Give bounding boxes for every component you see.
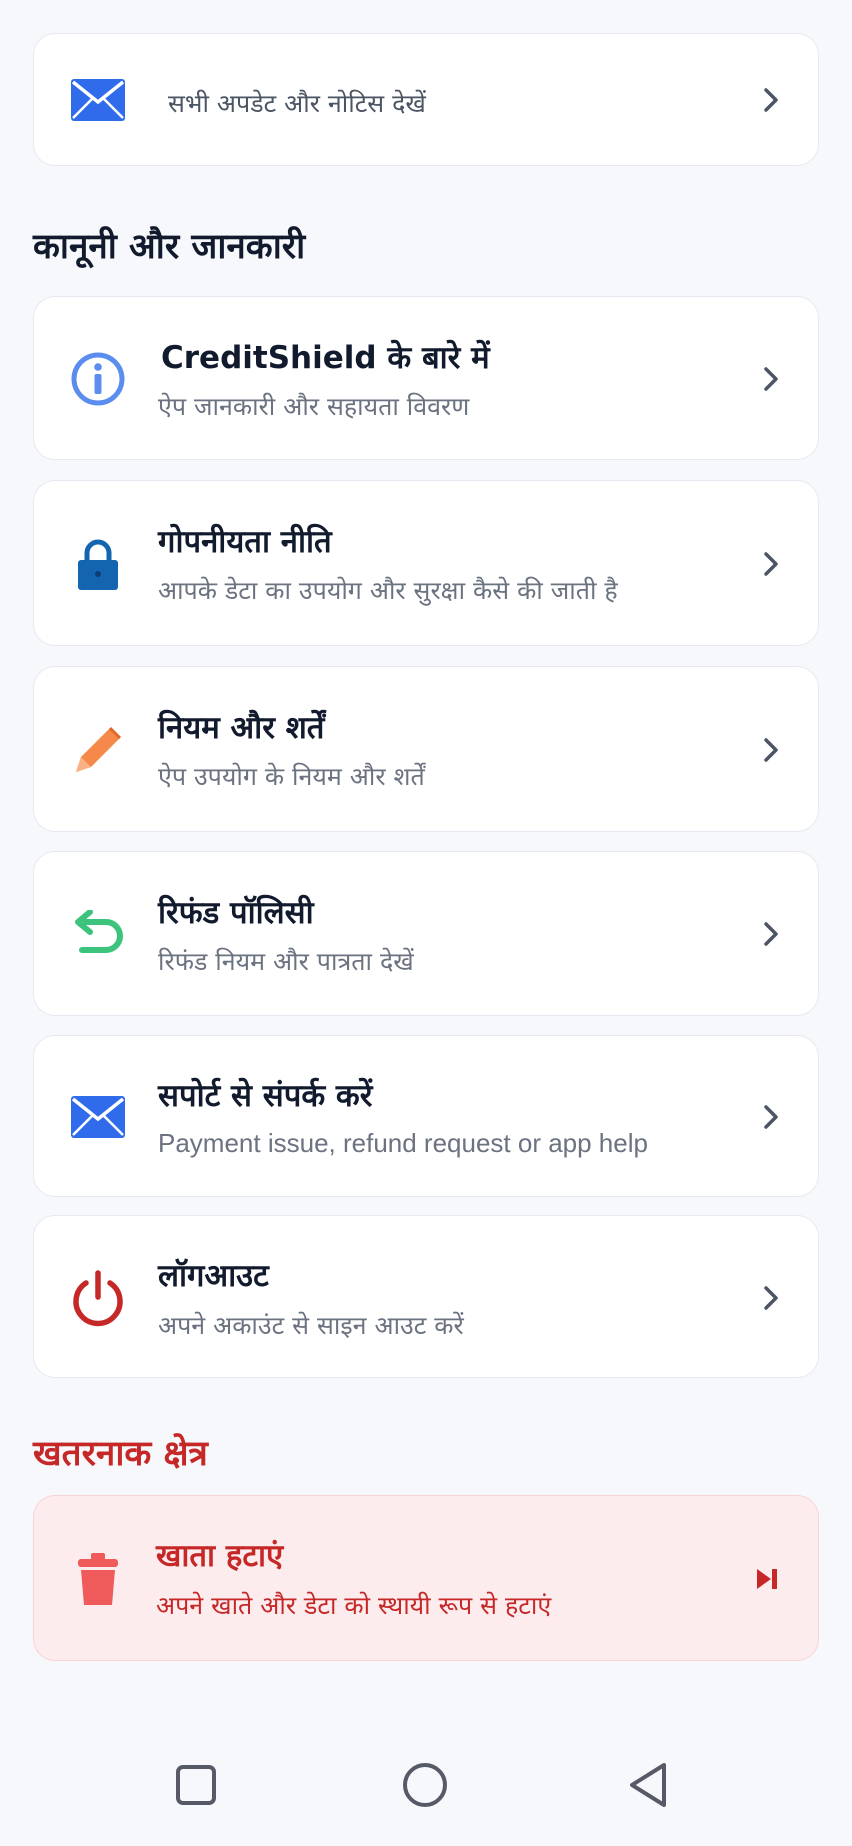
terms-item[interactable]: नियम और शर्तें ऐप उपयोग के नियम और शर्ते… (33, 666, 819, 832)
skip-forward-icon (752, 1564, 782, 1594)
contact-support-subtitle: Payment issue, refund request or app hel… (158, 1128, 648, 1158)
mail-icon (63, 65, 133, 135)
delete-account-title: खाता हटाएं (156, 1538, 284, 1574)
chevron-right-icon (756, 1102, 786, 1132)
refund-subtitle: रिफंड नियम और पात्रता देखें (158, 947, 414, 976)
chevron-right-icon (756, 549, 786, 579)
about-subtitle: ऐप जानकारी और सहायता विवरण (158, 392, 470, 421)
about-item[interactable]: CreditShield के बारे में ऐप जानकारी और स… (33, 296, 819, 460)
power-icon (63, 1263, 133, 1333)
delete-account-item[interactable]: खाता हटाएं अपने खाते और डेटा को स्थायी र… (33, 1495, 819, 1661)
terms-subtitle: ऐप उपयोग के नियम और शर्तें (158, 762, 425, 791)
section-title-legal: कानूनी और जानकारी (33, 227, 306, 267)
contact-support-title: सपोर्ट से संपर्क करें (158, 1078, 373, 1114)
logout-subtitle: अपने अकाउंट से साइन आउट करें (158, 1311, 464, 1340)
home-icon[interactable] (390, 1740, 460, 1830)
pencil-icon (63, 715, 133, 785)
notices-card[interactable]: सभी अपडेट और नोटिस देखें (33, 33, 819, 166)
about-title: CreditShield के बारे में (161, 340, 490, 376)
notices-subtitle: सभी अपडेट और नोटिस देखें (168, 89, 426, 118)
system-navigation-bar (0, 1740, 852, 1830)
chevron-right-icon (756, 364, 786, 394)
recent-apps-icon[interactable] (161, 1740, 231, 1830)
back-icon[interactable] (613, 1740, 683, 1830)
chevron-right-icon (756, 735, 786, 765)
privacy-subtitle: आपके डेटा का उपयोग और सुरक्षा कैसे की जा… (158, 576, 618, 605)
info-icon (63, 344, 133, 414)
refund-title: रिफंड पॉलिसी (158, 895, 314, 931)
chevron-right-icon (756, 1283, 786, 1313)
undo-arrow-icon (63, 900, 133, 970)
privacy-policy-item[interactable]: गोपनीयता नीति आपके डेटा का उपयोग और सुरक… (33, 480, 819, 646)
trash-icon (63, 1544, 133, 1614)
section-title-danger: खतरनाक क्षेत्र (33, 1434, 208, 1474)
privacy-title: गोपनीयता नीति (158, 524, 332, 560)
contact-support-item[interactable]: सपोर्ट से संपर्क करें Payment issue, ref… (33, 1035, 819, 1197)
chevron-right-icon (756, 85, 786, 115)
mail-icon (63, 1082, 133, 1152)
lock-icon (63, 529, 133, 599)
delete-account-subtitle: अपने खाते और डेटा को स्थायी रूप से हटाएं (156, 1591, 552, 1620)
refund-policy-item[interactable]: रिफंड पॉलिसी रिफंड नियम और पात्रता देखें (33, 851, 819, 1016)
logout-title: लॉगआउट (158, 1258, 269, 1294)
chevron-right-icon (756, 919, 786, 949)
logout-item[interactable]: लॉगआउट अपने अकाउंट से साइन आउट करें (33, 1215, 819, 1378)
terms-title: नियम और शर्तें (158, 710, 325, 746)
